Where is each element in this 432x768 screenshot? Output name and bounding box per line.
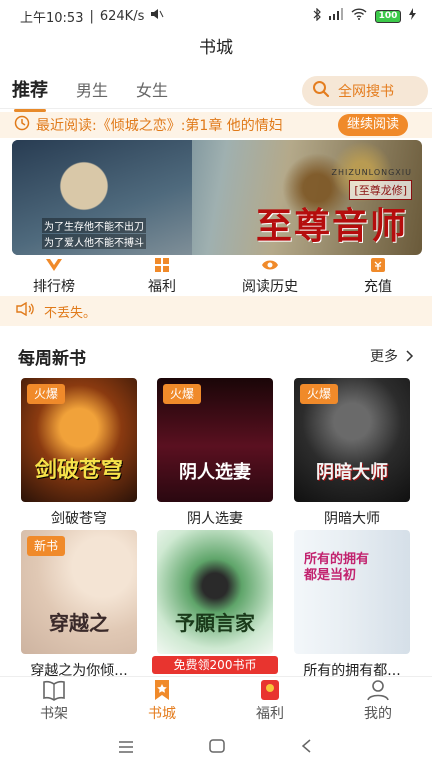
hot-badge: 火爆 — [27, 384, 66, 404]
bookmark-star-icon — [155, 680, 169, 700]
search-label: 全网搜书 — [338, 84, 394, 100]
nav-bookstore-label: 书城 — [148, 706, 176, 722]
menu-icon[interactable] — [118, 738, 134, 757]
book-cover: 火爆 剑破苍穹 — [21, 378, 137, 502]
page-title: 书城 — [199, 38, 233, 58]
weekly-new-books-header: 每周新书 更多 — [18, 344, 414, 369]
new-badge: 新书 — [27, 536, 66, 556]
mute-icon — [150, 8, 164, 24]
chevron-right-icon — [406, 350, 414, 362]
ranking-icon — [46, 259, 62, 271]
quick-ranking-label: 排行榜 — [33, 279, 75, 295]
quick-history-label: 阅读历史 — [242, 279, 298, 295]
book-card[interactable]: 火爆 阴暗大师 阴暗大师 — [294, 378, 410, 528]
hot-badge: 火爆 — [163, 384, 202, 404]
nav-bookshelf-label: 书架 — [40, 706, 68, 722]
quick-welfare-label: 福利 — [148, 279, 176, 295]
book-cover: 新书 穿越之 — [21, 530, 137, 654]
section-title: 每周新书 — [18, 348, 86, 369]
book-icon — [43, 680, 65, 701]
book-cover: 所有的拥有都是当初 — [294, 530, 410, 654]
network-speed: 624K/s — [99, 8, 145, 24]
nav-bookstore[interactable]: 书城 — [108, 677, 216, 724]
user-icon — [367, 680, 389, 701]
clock-icon — [14, 115, 30, 135]
more-button[interactable]: 更多 — [370, 346, 414, 366]
banner-tagline-1: 为了生存他不能不出刀 — [42, 218, 146, 233]
notice-text: 不丢失。 — [44, 305, 97, 321]
search-button[interactable]: 全网搜书 — [302, 76, 428, 106]
promo-banner[interactable]: ZHIZUNLONGXIU [至尊龙修] 为了生存他不能不出刀 为了爱人他不能不… — [12, 140, 422, 255]
nav-mine-label: 我的 — [364, 706, 392, 722]
continue-reading-button[interactable]: 继续阅读 — [337, 114, 408, 136]
wifi-icon — [351, 8, 367, 24]
red-packet-icon — [261, 680, 279, 700]
nav-welfare-label: 福利 — [256, 706, 284, 722]
back-icon[interactable] — [300, 738, 314, 757]
grid-icon — [155, 258, 169, 272]
book-card[interactable]: 火爆 剑破苍穹 剑破苍穹 — [21, 378, 137, 528]
tab-male[interactable]: 男生 — [76, 76, 108, 106]
signal-icon — [329, 8, 343, 24]
more-label: 更多 — [370, 349, 398, 365]
book-title: 剑破苍穹 — [51, 511, 107, 527]
quick-welfare[interactable]: 福利 — [108, 256, 216, 296]
battery-icon: 100 — [375, 9, 401, 23]
hot-badge: 火爆 — [300, 384, 339, 404]
eye-icon — [262, 260, 278, 270]
book-cover: 火爆 阴暗大师 — [294, 378, 410, 502]
book-cover: 予願言家 — [157, 530, 273, 654]
search-icon — [312, 80, 330, 102]
recent-reading-text: 最近阅读:《倾城之恋》:第1章 他的情妇 — [36, 118, 283, 134]
status-bar: 上午10:53 | 624K/s 100 — [0, 0, 432, 32]
divider — [0, 108, 432, 109]
banner-title: 至尊音师 — [255, 205, 408, 247]
nav-bookshelf[interactable]: 书架 — [0, 677, 108, 724]
free-coins-banner[interactable]: 免费领200书币 — [152, 656, 278, 674]
system-nav-bar — [0, 726, 432, 768]
cover-title: 予願言家 — [175, 611, 255, 635]
quick-menu: 排行榜 福利 阅读历史 充值 — [0, 256, 432, 296]
nav-mine[interactable]: 我的 — [324, 677, 432, 724]
book-title: 阴暗大师 — [324, 511, 380, 527]
book-card[interactable]: 火爆 阴人选妻 阴人选妻 — [157, 378, 273, 528]
book-card[interactable]: 予願言家 — [157, 530, 273, 654]
book-card[interactable]: 新书 穿越之 穿越之为你倾... — [21, 530, 137, 680]
cover-title: 所有的拥有都是当初 — [304, 552, 370, 583]
speaker-icon — [16, 301, 34, 320]
cover-title: 阴人选妻 — [179, 462, 251, 483]
cover-title: 阴暗大师 — [316, 462, 388, 483]
bottom-nav: 书架 书城 福利 我的 — [0, 676, 432, 724]
quick-recharge-label: 充值 — [364, 279, 392, 295]
book-cover: 火爆 阴人选妻 — [157, 378, 273, 502]
quick-history[interactable]: 阅读历史 — [216, 256, 324, 296]
charging-icon — [409, 8, 416, 24]
banner-tagline-2: 为了爱人他不能不搏斗 — [42, 234, 146, 249]
book-card[interactable]: 所有的拥有都是当初 所有的拥有都... — [294, 530, 410, 680]
wallet-icon — [371, 258, 385, 272]
home-icon[interactable] — [209, 738, 225, 757]
tab-recommend[interactable]: 推荐 — [12, 76, 48, 112]
quick-recharge[interactable]: 充值 — [324, 256, 432, 296]
quick-ranking[interactable]: 排行榜 — [0, 256, 108, 296]
bluetooth-icon — [313, 7, 321, 25]
nav-welfare[interactable]: 福利 — [216, 677, 324, 724]
cover-title: 穿越之 — [49, 611, 109, 635]
cover-title: 剑破苍穹 — [34, 457, 123, 483]
status-time: 上午10:53 — [20, 10, 84, 26]
recent-reading-bar[interactable]: 最近阅读:《倾城之恋》:第1章 他的情妇 继续阅读 — [0, 112, 432, 138]
notice-bar[interactable]: 不丢失。 — [0, 296, 432, 326]
category-tabs: 推荐 男生 女生 全网搜书 — [0, 74, 432, 112]
tab-female[interactable]: 女生 — [136, 76, 168, 106]
book-title: 阴人选妻 — [187, 511, 243, 527]
banner-subtag: ZHIZUNLONGXIU — [331, 168, 412, 177]
